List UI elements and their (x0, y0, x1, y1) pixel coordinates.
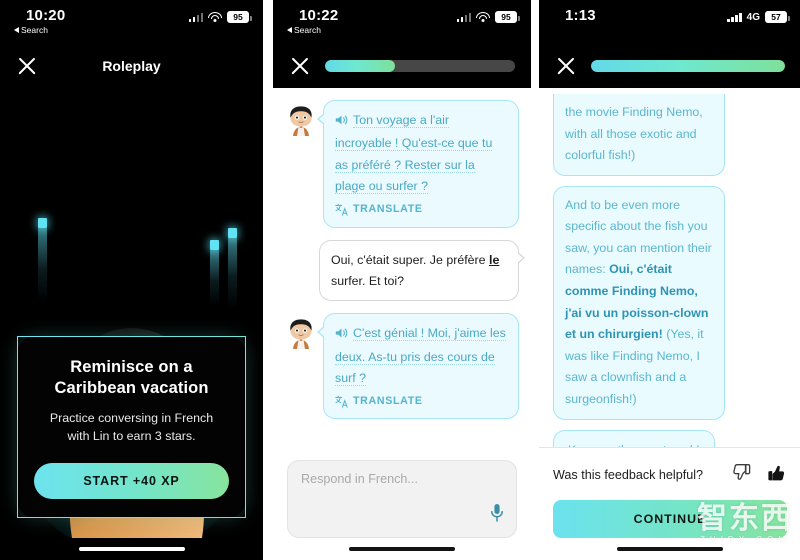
card-title: Reminisce on a Caribbean vacation (34, 357, 229, 399)
equalizer-bar-left-1 (38, 218, 47, 302)
card-subtitle-line-1: Practice conversing in French (49, 411, 214, 426)
composer-area: Respond in French... (273, 450, 531, 538)
feedback-question: Was this feedback helpful? (553, 468, 704, 482)
start-lesson-button[interactable]: START +40 XP (34, 463, 229, 499)
wifi-icon (208, 11, 222, 23)
lesson-progress-fill (591, 60, 785, 72)
back-triangle-icon (14, 27, 19, 34)
status-back-label: Search (21, 25, 48, 35)
user-text-after: surfer. Et toi? (331, 273, 405, 288)
chat-bubble-bot: Ton voyage a l'air incroyable ! Qu'est-c… (317, 100, 519, 228)
translate-icon (335, 395, 348, 408)
message-row-bot: C'est génial ! Moi, j'aime les deux. As-… (285, 313, 519, 420)
card-subtitle-line-2: with Lin to earn 3 stars. (67, 429, 196, 444)
nav-bar (539, 44, 800, 88)
translate-button[interactable]: TRANSLATE (335, 200, 507, 218)
status-left: 1:13 (553, 8, 596, 23)
status-time: 10:22 (299, 7, 339, 24)
status-back-to-search[interactable]: Search (14, 26, 65, 35)
lesson-progress-fill (325, 60, 396, 72)
status-right: 95 (188, 8, 252, 23)
status-left: 10:22 Search (287, 8, 338, 35)
status-right: 4G 57 (727, 8, 790, 23)
translate-label: TRANSLATE (353, 203, 423, 216)
message-row-bot: Ton voyage a l'air incroyable ! Qu'est-c… (285, 100, 519, 228)
lesson-progress-bar (325, 60, 515, 72)
feedback-bubble-clipped: the movie Finding Nemo, with all those e… (553, 94, 725, 176)
equalizer-bar-right-1 (210, 240, 219, 306)
card-subtitle: Practice conversing in French with Lin t… (34, 410, 229, 446)
chat-bubble-bot: C'est génial ! Moi, j'aime les deux. As-… (317, 313, 519, 420)
hero-illustration-area: Reminisce on a Caribbean vacation Practi… (0, 88, 263, 538)
status-left: 10:20 Search (14, 8, 65, 35)
feedback-list: the movie Finding Nemo, with all those e… (539, 88, 800, 447)
close-icon[interactable] (16, 55, 38, 77)
cellular-signal-icon (727, 12, 742, 22)
cellular-signal-icon (188, 12, 203, 22)
cellular-signal-icon (456, 12, 471, 22)
chat-bubble-text: Ton voyage a l'air incroyable ! Qu'est-c… (335, 113, 493, 194)
translate-label: TRANSLATE (353, 395, 423, 408)
equalizer-bar-right-2 (228, 228, 237, 308)
feedback-rating-row: Was this feedback helpful? (539, 448, 800, 496)
back-triangle-icon (287, 27, 292, 34)
feedback-bubble-praise: Keep up the great work! (553, 429, 715, 447)
message-row-user: Oui, c'était super. Je préfère le surfer… (285, 239, 525, 302)
screenshot-stage: 10:20 Search 95 Roleplay Reminisce on a … (0, 0, 800, 560)
home-indicator (0, 538, 263, 560)
wifi-icon (476, 11, 490, 23)
nav-bar (273, 44, 531, 88)
phone-panel-feedback: 1:13 4G 57 the movie Finding Nemo, with … (539, 0, 800, 560)
avatar (290, 319, 312, 350)
avatar (290, 106, 312, 136)
status-back-to-search[interactable]: Search (287, 26, 338, 35)
chat-bubble-user: Oui, c'était super. Je préfère le surfer… (319, 239, 525, 302)
feedback-icons (731, 462, 787, 488)
battery-indicator: 57 (765, 11, 790, 23)
status-time: 1:13 (565, 7, 596, 24)
status-bar: 10:22 Search 95 (273, 0, 531, 44)
nav-bar: Roleplay (0, 44, 263, 88)
conversation-list: Ton voyage a l'air incroyable ! Qu'est-c… (273, 88, 531, 450)
status-back-label: Search (294, 25, 321, 35)
status-right: 95 (456, 8, 520, 23)
status-bar: 1:13 4G 57 (539, 0, 800, 44)
card-title-line-2: Caribbean vacation (54, 378, 209, 397)
battery-indicator: 95 (227, 11, 252, 23)
continue-button[interactable]: CONTINUE (553, 500, 787, 538)
lesson-intro-card: Reminisce on a Caribbean vacation Practi… (17, 335, 246, 518)
status-time: 10:20 (26, 7, 66, 24)
phone-panel-conversation: 10:22 Search 95 Ton voyage a l'air incro… (273, 0, 531, 560)
chat-bubble-text: C'est génial ! Moi, j'aime les deux. As-… (335, 326, 506, 386)
response-input[interactable]: Respond in French... (287, 460, 517, 538)
home-indicator (273, 538, 531, 560)
battery-indicator: 95 (495, 11, 520, 23)
speaker-icon[interactable] (335, 112, 348, 133)
close-icon[interactable] (555, 55, 577, 77)
translate-icon (335, 203, 348, 216)
thumbs-up-icon[interactable] (766, 462, 787, 488)
home-indicator (539, 538, 800, 560)
lesson-progress-bar (591, 60, 785, 72)
microphone-icon[interactable] (490, 503, 504, 527)
response-input-placeholder: Respond in French... (301, 472, 418, 486)
close-icon[interactable] (289, 55, 311, 77)
translate-button[interactable]: TRANSLATE (335, 392, 507, 410)
feedback-bubble-main: And to be even more specific about the f… (553, 185, 725, 420)
page-title: Roleplay (102, 58, 161, 74)
user-text-before: Oui, c'était super. Je préfère (331, 252, 490, 267)
status-bar: 10:20 Search 95 (0, 0, 263, 44)
network-type-label: 4G (746, 11, 760, 23)
speaker-icon[interactable] (335, 325, 348, 346)
phone-panel-roleplay-intro: 10:20 Search 95 Roleplay Reminisce on a … (0, 0, 263, 560)
user-text-highlight: le (489, 252, 500, 267)
thumbs-down-icon[interactable] (731, 462, 752, 488)
card-title-line-1: Reminisce on a (70, 357, 193, 376)
